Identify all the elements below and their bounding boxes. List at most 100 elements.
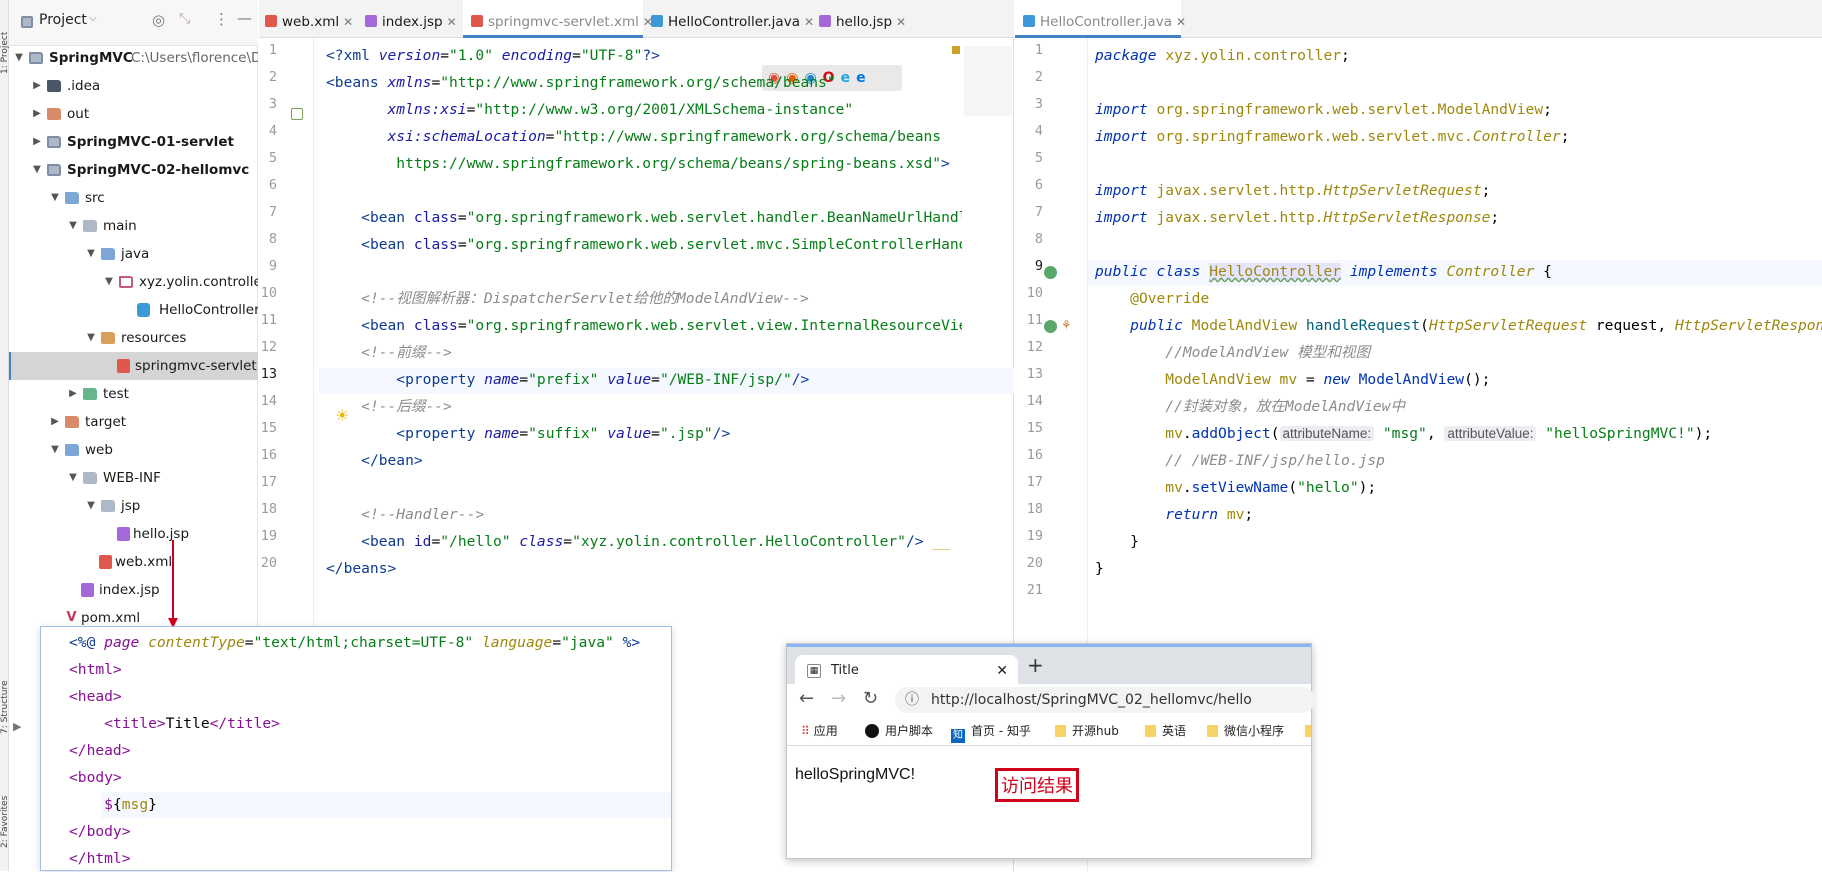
project-tool-tab[interactable]: 1: Project <box>0 2 9 74</box>
locate-icon[interactable]: ◎ <box>152 11 165 29</box>
favorites-tool-tab[interactable]: 2: Favorites <box>0 768 9 848</box>
override-gutter-icon[interactable] <box>1044 320 1057 333</box>
tree-item-main[interactable]: ▼ main <box>9 212 258 240</box>
browser-tab[interactable]: ▦ Title ✕ <box>795 655 1018 687</box>
spring-request-icon[interactable]: ⚘ <box>1061 318 1072 332</box>
tab-hellocontroller-java[interactable]: HelloController.java ✕ <box>651 0 814 38</box>
tree-item-springmvc[interactable]: ▼ SpringMVC C:\Users\florence\De <box>9 44 258 72</box>
jsp-file-icon <box>819 15 831 27</box>
tree-item-label: out <box>67 106 90 122</box>
tree-item-jsp[interactable]: ▼ jsp <box>9 492 258 520</box>
chevron-down-icon[interactable]: ▼ <box>13 44 25 72</box>
tree-item-java[interactable]: ▼ java <box>9 240 258 268</box>
tree-item-label: web <box>85 442 113 458</box>
chevron-right-icon[interactable]: ▶ <box>49 408 61 436</box>
implementation-gutter-icon[interactable] <box>1044 266 1057 279</box>
hello-jsp-popup[interactable]: <%@ page contentType="text/html;charset=… <box>40 626 672 871</box>
line-number: 1 <box>1034 42 1043 58</box>
tree-item-resources[interactable]: ▼ resources <box>9 324 258 352</box>
bookmark-userscript[interactable]: 用户脚本 <box>865 716 933 745</box>
tree-item-label: SpringMVC-02-hellomvc <box>67 162 250 178</box>
bookmark-apps[interactable]: ⠿ 应用 <box>801 716 838 745</box>
line-number: 20 <box>1026 555 1043 571</box>
java-code[interactable]: package xyz.yolin.controller; import org… <box>1095 42 1822 582</box>
tree-item-target[interactable]: ▶ target <box>9 408 258 436</box>
tree-item-web[interactable]: ▼ web <box>9 436 258 464</box>
tree-item-out[interactable]: ▶ out <box>9 100 258 128</box>
folder-icon <box>101 332 115 344</box>
line-number: 13 <box>1026 366 1043 382</box>
close-icon[interactable]: ✕ <box>804 15 814 29</box>
folder-icon <box>65 192 79 204</box>
chevron-down-icon[interactable]: ⌵ <box>89 13 97 24</box>
tree-item-label: jsp <box>121 498 141 514</box>
module-folder-icon <box>47 164 61 176</box>
address-bar[interactable]: ⓘ http://localhost/SpringMVC_02_hellomvc… <box>895 687 1315 713</box>
tree-item-web-xml[interactable]: web.xml <box>9 548 258 576</box>
new-tab-button[interactable]: + <box>1027 653 1044 677</box>
chevron-down-icon[interactable]: ▼ <box>85 324 97 352</box>
structure-tool-tab[interactable]: 7: Structure <box>0 668 9 735</box>
tree-item-index-jsp[interactable]: index.jsp <box>9 576 258 604</box>
minimize-icon[interactable]: — <box>237 9 252 27</box>
bookmark-open-source-hub[interactable]: 开源hub <box>1055 716 1119 745</box>
chevron-down-icon[interactable]: ▼ <box>85 240 97 268</box>
back-arrow-icon[interactable]: ← <box>799 688 814 709</box>
bookmark-english[interactable]: 英语 <box>1145 716 1186 745</box>
line-number: 21 <box>1026 582 1043 598</box>
close-icon[interactable]: ✕ <box>343 15 353 29</box>
tab-label: hello.jsp <box>836 14 893 30</box>
xml-file-icon <box>117 359 130 373</box>
chevron-right-icon[interactable]: ▶ <box>31 72 43 100</box>
chevron-down-icon[interactable]: ▼ <box>103 268 115 296</box>
reload-icon[interactable]: ↻ <box>863 688 878 709</box>
chevron-right-icon[interactable]: ▶ <box>13 720 21 733</box>
bookmark-mini-program[interactable]: 微信小程序 <box>1207 716 1284 745</box>
tree-item-springmvc-02[interactable]: ▼ SpringMVC-02-hellomvc <box>9 156 258 184</box>
page-content-text: helloSpringMVC! <box>795 766 916 783</box>
tree-item-package[interactable]: ▼ xyz.yolin.controller <box>9 268 258 296</box>
chevron-right-icon[interactable]: ▶ <box>31 100 43 128</box>
chevron-down-icon[interactable]: ▼ <box>67 464 79 492</box>
tree-item-src[interactable]: ▼ src <box>9 184 258 212</box>
tab-index-jsp[interactable]: index.jsp ✕ <box>365 0 463 38</box>
line-number: 12 <box>260 339 277 355</box>
tree-item-springmvc-servlet-xml[interactable]: springmvc-servlet.xml <box>9 352 258 380</box>
chevron-down-icon[interactable]: ▼ <box>49 436 61 464</box>
info-icon[interactable]: ⓘ <box>905 687 919 713</box>
tree-item-idea[interactable]: ▶ .idea <box>9 72 258 100</box>
close-icon[interactable]: ✕ <box>996 655 1008 687</box>
tab-web-xml[interactable]: web.xml ✕ <box>265 0 357 38</box>
project-view-title[interactable]: Project <box>39 12 87 28</box>
chevron-down-icon[interactable]: ▼ <box>49 184 61 212</box>
tree-item-springmvc-01[interactable]: ▶ SpringMVC-01-servlet <box>9 128 258 156</box>
tree-item-hellocontroller[interactable]: HelloController <box>9 296 258 324</box>
forward-arrow-icon[interactable]: → <box>831 688 846 709</box>
xml-code[interactable]: <?xml version="1.0" encoding="UTF-8"?> <… <box>326 42 962 582</box>
bookmark-overflow[interactable] <box>1305 716 1311 745</box>
tab-hello-jsp[interactable]: hello.jsp ✕ <box>819 0 911 38</box>
close-icon[interactable]: ✕ <box>1176 15 1186 29</box>
close-icon[interactable]: ✕ <box>447 15 457 29</box>
chevron-right-icon[interactable]: ▶ <box>31 128 43 156</box>
jsp-code[interactable]: <%@ page contentType="text/html;charset=… <box>69 629 669 872</box>
apps-grid-icon: ⠿ <box>801 724 810 738</box>
chevron-down-icon[interactable]: ▼ <box>85 492 97 520</box>
tab-hellocontroller-java-right[interactable]: HelloController.java ✕ <box>1015 0 1186 38</box>
tree-item-label: index.jsp <box>99 582 160 598</box>
chevron-down-icon[interactable]: ▼ <box>67 212 79 240</box>
tree-item-hello-jsp[interactable]: hello.jsp <box>9 520 258 548</box>
chevron-down-icon[interactable]: ▼ <box>31 156 43 184</box>
line-number: 8 <box>1034 231 1043 247</box>
line-number: 5 <box>1034 150 1043 166</box>
bookmark-label: 应用 <box>813 724 838 738</box>
close-icon[interactable]: ✕ <box>896 15 906 29</box>
more-options-icon[interactable]: ⋮ <box>214 10 229 28</box>
tree-item-test[interactable]: ▶ test <box>9 380 258 408</box>
collapse-icon[interactable]: ⤡ <box>179 11 190 27</box>
tree-item-web-inf[interactable]: ▼ WEB-INF <box>9 464 258 492</box>
chevron-right-icon[interactable]: ▶ <box>67 380 79 408</box>
tab-springmvc-servlet-xml[interactable]: springmvc-servlet.xml ✕ <box>463 0 653 38</box>
bookmark-zhihu[interactable]: 知首页 - 知乎 <box>951 716 1031 745</box>
bean-gutter-icon[interactable] <box>291 108 303 120</box>
